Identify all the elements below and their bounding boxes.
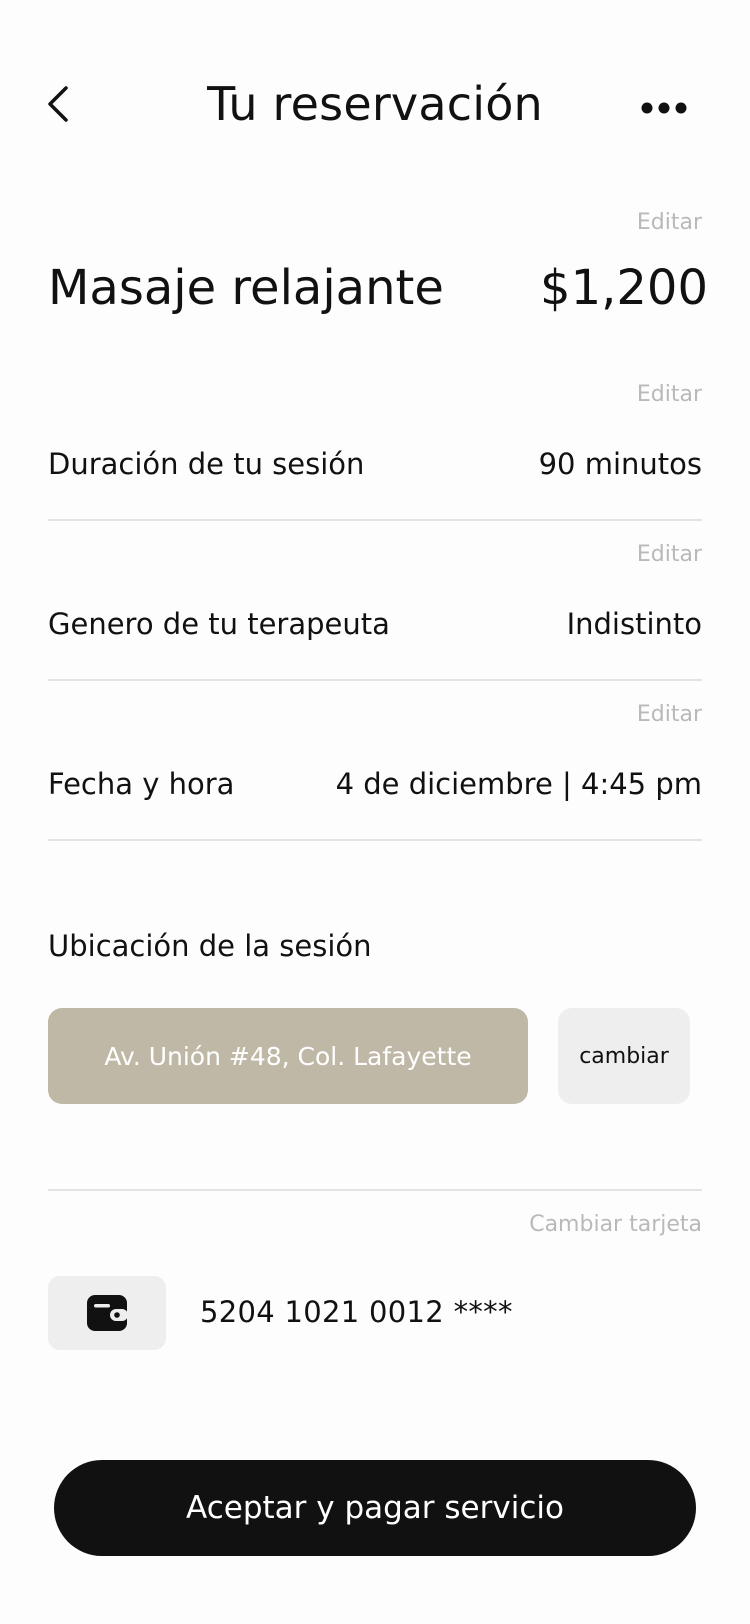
location-section-title: Ubicación de la sesión	[48, 929, 372, 963]
divider	[48, 679, 702, 681]
more-horizontal-icon	[641, 102, 687, 114]
edit-date-time-link[interactable]: Editar	[637, 702, 702, 727]
service-price: $1,200	[540, 260, 708, 316]
duration-label: Duración de tu sesión	[48, 447, 365, 481]
date-time-label: Fecha y hora	[48, 767, 235, 801]
more-options-button[interactable]	[636, 90, 692, 126]
therapist-gender-label: Genero de tu terapeuta	[48, 607, 390, 641]
change-address-button[interactable]: cambiar	[558, 1008, 690, 1104]
divider	[48, 839, 702, 841]
date-time-value: 4 de diciembre | 4:45 pm	[335, 767, 702, 801]
accept-and-pay-button[interactable]: Aceptar y pagar servicio	[54, 1460, 696, 1556]
address-field[interactable]: Av. Unión #48, Col. Lafayette	[48, 1008, 528, 1104]
therapist-gender-value: Indistinto	[566, 607, 702, 641]
duration-value: 90 minutos	[538, 447, 702, 481]
service-name: Masaje relajante	[48, 260, 444, 316]
wallet-icon	[87, 1295, 128, 1331]
card-number: 5204 1021 0012 ****	[200, 1295, 513, 1329]
edit-service-link[interactable]: Editar	[637, 210, 702, 235]
change-card-link[interactable]: Cambiar tarjeta	[529, 1212, 702, 1237]
payment-method-icon-box	[48, 1276, 166, 1350]
divider	[48, 1189, 702, 1191]
divider	[48, 519, 702, 521]
edit-therapist-gender-link[interactable]: Editar	[637, 542, 702, 567]
edit-duration-link[interactable]: Editar	[637, 382, 702, 407]
